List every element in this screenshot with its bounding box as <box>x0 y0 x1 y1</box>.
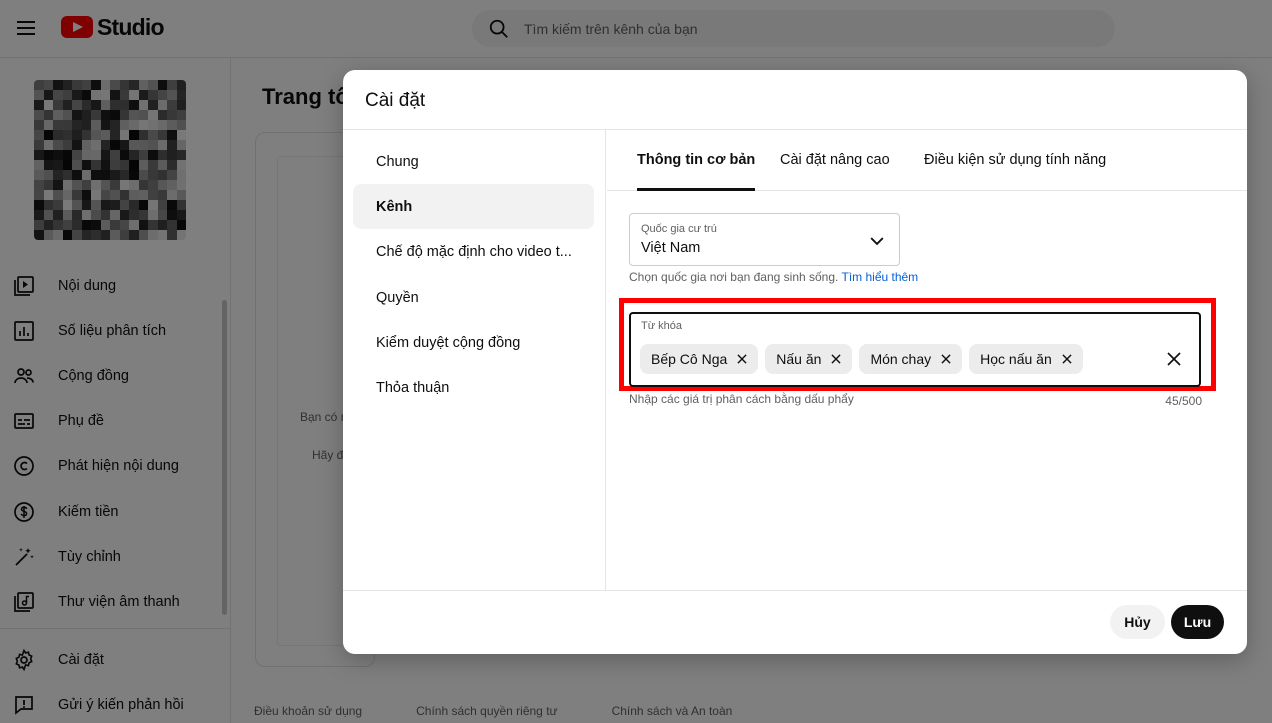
settings-tabs: Thông tin cơ bản Cài đặt nâng cao Điều k… <box>607 130 1247 191</box>
learn-more-link[interactable]: Tìm hiểu thêm <box>841 270 918 284</box>
keyword-chip: Món chay <box>859 344 963 374</box>
tab-advanced-settings[interactable]: Cài đặt nâng cao <box>780 130 890 190</box>
settings-nav-upload-defaults[interactable]: Chế độ mặc định cho video t... <box>353 229 594 274</box>
dialog-title: Cài đặt <box>365 90 426 111</box>
clear-all-icon[interactable] <box>1165 350 1183 368</box>
keyword-chips: Bếp Cô Nga Nấu ăn Món chay Học nấu ăn <box>640 344 1090 374</box>
settings-nav-general[interactable]: Chung <box>353 139 594 184</box>
keywords-label: Từ khóa <box>641 320 682 332</box>
settings-nav-community-moderation[interactable]: Kiểm duyệt cộng đồng <box>353 320 594 365</box>
country-value: Việt Nam <box>641 240 701 256</box>
close-icon[interactable] <box>1060 352 1074 366</box>
chip-label: Món chay <box>870 351 932 367</box>
settings-dialog: Cài đặt Chung Kênh Chế độ mặc định cho v… <box>343 70 1247 654</box>
settings-nav-permissions[interactable]: Quyền <box>353 275 594 320</box>
tab-basic-info[interactable]: Thông tin cơ bản <box>637 130 756 191</box>
close-icon[interactable] <box>829 352 843 366</box>
tab-feature-eligibility[interactable]: Điều kiện sử dụng tính năng <box>924 130 1106 190</box>
keyword-chip: Bếp Cô Nga <box>640 344 759 374</box>
country-select[interactable]: Quốc gia cư trú Việt Nam <box>629 213 900 266</box>
chip-label: Nấu ăn <box>776 351 822 367</box>
country-helper-text: Chọn quốc gia nơi bạn đang sinh sống. Tì… <box>629 270 918 284</box>
keyword-chip: Nấu ăn <box>765 344 853 374</box>
divider <box>343 590 1247 591</box>
close-icon[interactable] <box>939 352 953 366</box>
keywords-field[interactable]: Từ khóa Bếp Cô Nga Nấu ăn Món chay Học n… <box>629 312 1201 387</box>
keywords-char-count: 45/500 <box>1165 394 1202 408</box>
chip-label: Học nấu ăn <box>980 351 1052 367</box>
country-label: Quốc gia cư trú <box>641 223 717 235</box>
chip-label: Bếp Cô Nga <box>651 351 728 367</box>
settings-nav-channel[interactable]: Kênh <box>353 184 594 229</box>
cancel-button[interactable]: Hủy <box>1110 605 1165 639</box>
keywords-helper-text: Nhập các giá trị phân cách bằng dấu phẩy <box>629 392 854 406</box>
settings-nav: Chung Kênh Chế độ mặc định cho video t..… <box>343 130 606 590</box>
save-button[interactable]: Lưu <box>1171 605 1224 639</box>
settings-nav-agreements[interactable]: Thỏa thuận <box>353 365 594 410</box>
country-helper: Chọn quốc gia nơi bạn đang sinh sống. <box>629 270 839 284</box>
keyword-chip: Học nấu ăn <box>969 344 1083 374</box>
chevron-down-icon[interactable] <box>867 231 887 251</box>
close-icon[interactable] <box>735 352 749 366</box>
